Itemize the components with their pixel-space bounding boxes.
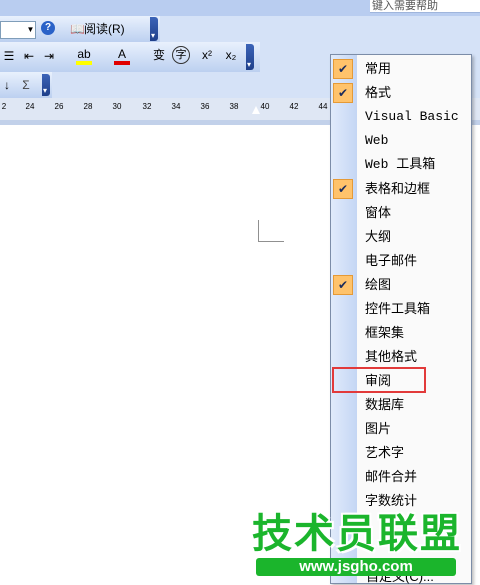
toolbar-options-chevron-icon[interactable] xyxy=(42,74,50,96)
menu-item-label: 控件工具箱 xyxy=(365,301,431,316)
menu-item-formatting[interactable]: ✔ 格式 xyxy=(331,81,471,105)
menu-item-label: 常用 xyxy=(365,61,392,76)
checkmark-icon: ✔ xyxy=(333,275,353,295)
menu-item-standard[interactable]: ✔ 常用 xyxy=(331,57,471,81)
menu-item-frames[interactable]: 框架集 xyxy=(331,321,471,345)
ruler-tick: 44 xyxy=(318,102,328,111)
menu-item-label: Web 工具箱 xyxy=(365,157,436,172)
enclose-character-icon[interactable]: 字 xyxy=(172,46,190,64)
menu-item-forms[interactable]: 窗体 xyxy=(331,201,471,225)
font-color-label: A xyxy=(117,47,126,61)
menu-item-label: 邮件合并 xyxy=(365,469,418,484)
help-search-input[interactable]: 键入需要帮助 xyxy=(370,0,480,13)
increase-indent-icon[interactable]: ⇥ xyxy=(42,47,56,65)
menu-item-outline[interactable]: 大纲 xyxy=(331,225,471,249)
menu-item-control-toolbox[interactable]: 控件工具箱 xyxy=(331,297,471,321)
margin-corner-mark xyxy=(258,220,259,242)
ruler-tick: 2 xyxy=(1,102,7,111)
menu-item-label: 绘图 xyxy=(365,277,392,292)
toolbar-dock-area xyxy=(160,16,480,42)
read-button-label: 阅读(R) xyxy=(84,22,125,36)
ruler-tick: 36 xyxy=(200,102,210,111)
highlight-icon[interactable]: ab xyxy=(74,45,94,65)
menu-item-visual-basic[interactable]: Visual Basic xyxy=(331,105,471,129)
ruler-tick: 24 xyxy=(25,102,35,111)
autosum-icon[interactable]: Σ xyxy=(18,76,34,94)
ruler-tick: 30 xyxy=(112,102,122,111)
menu-item-label: 电子邮件 xyxy=(365,253,418,268)
menu-item-other-formats[interactable]: 其他格式 xyxy=(331,345,471,369)
superscript-icon[interactable]: x² xyxy=(198,46,216,64)
toolbar-options-chevron-icon[interactable] xyxy=(150,17,158,41)
font-color-bar xyxy=(114,61,130,65)
watermark-logo: 技术员联盟 www.jsgho.com xyxy=(250,512,480,582)
highlight-color-bar xyxy=(76,61,92,65)
checkmark-icon: ✔ xyxy=(333,83,353,103)
menu-item-tables-borders[interactable]: ✔ 表格和边框 xyxy=(331,177,471,201)
margin-corner-mark xyxy=(258,241,284,242)
menu-item-word-count[interactable]: 字数统计 xyxy=(331,489,471,513)
menu-item-label: 数据库 xyxy=(365,397,405,412)
menu-item-label: 格式 xyxy=(365,85,392,100)
menu-item-label: 框架集 xyxy=(365,325,405,340)
ruler-tick: 28 xyxy=(83,102,93,111)
menu-item-label: 其他格式 xyxy=(365,349,418,364)
right-indent-marker[interactable] xyxy=(252,106,260,114)
menu-item-label: 字数统计 xyxy=(365,493,418,508)
watermark-title: 技术员联盟 xyxy=(252,512,462,556)
ruler-tick: 42 xyxy=(289,102,299,111)
toolbar-options-chevron-icon[interactable] xyxy=(246,44,254,70)
ruler-tick: 38 xyxy=(229,102,239,111)
ruler-tick: 26 xyxy=(54,102,64,111)
menu-item-label: 表格和边框 xyxy=(365,181,431,196)
menu-item-email[interactable]: 电子邮件 xyxy=(331,249,471,273)
font-color-icon[interactable]: A xyxy=(112,45,132,65)
highlight-label: ab xyxy=(77,47,91,61)
sort-icon[interactable]: ↓ xyxy=(0,76,14,94)
phonetic-guide-icon[interactable]: 变 xyxy=(150,46,168,64)
highlight-annotation-box xyxy=(332,367,426,393)
menu-item-database[interactable]: 数据库 xyxy=(331,393,471,417)
ruler-tick: 32 xyxy=(142,102,152,111)
chevron-down-icon[interactable]: ▼ xyxy=(26,22,35,37)
menu-item-mail-merge[interactable]: 邮件合并 xyxy=(331,465,471,489)
book-icon: 📖 xyxy=(70,22,85,36)
ruler-tick: 34 xyxy=(171,102,181,111)
menu-item-web[interactable]: Web xyxy=(331,129,471,153)
toolbars-context-menu: ✔ 常用 ✔ 格式 Visual Basic Web Web 工具箱 ✔ 表格和… xyxy=(330,54,472,584)
menu-item-label: 大纲 xyxy=(365,229,392,244)
menu-item-web-tools[interactable]: Web 工具箱 xyxy=(331,153,471,177)
menu-item-wordart[interactable]: 艺术字 xyxy=(331,441,471,465)
menu-item-label: 艺术字 xyxy=(365,445,405,460)
menu-item-label: 窗体 xyxy=(365,205,392,220)
subscript-icon[interactable]: x₂ xyxy=(222,46,240,64)
checkmark-icon: ✔ xyxy=(333,59,353,79)
watermark-url: www.jsgho.com xyxy=(256,558,456,576)
decrease-indent-icon[interactable]: ⇤ xyxy=(22,47,36,65)
menu-item-label: Web xyxy=(365,133,389,148)
checkmark-icon: ✔ xyxy=(333,179,353,199)
menu-item-picture[interactable]: 图片 xyxy=(331,417,471,441)
bullets-icon[interactable]: ☰ xyxy=(2,47,16,65)
read-button[interactable]: 📖阅读(R) xyxy=(70,20,148,38)
menu-item-drawing[interactable]: ✔ 绘图 xyxy=(331,273,471,297)
menu-item-label: 图片 xyxy=(365,421,392,436)
menu-item-label: Visual Basic xyxy=(365,109,459,124)
help-icon[interactable]: ? xyxy=(41,21,55,35)
